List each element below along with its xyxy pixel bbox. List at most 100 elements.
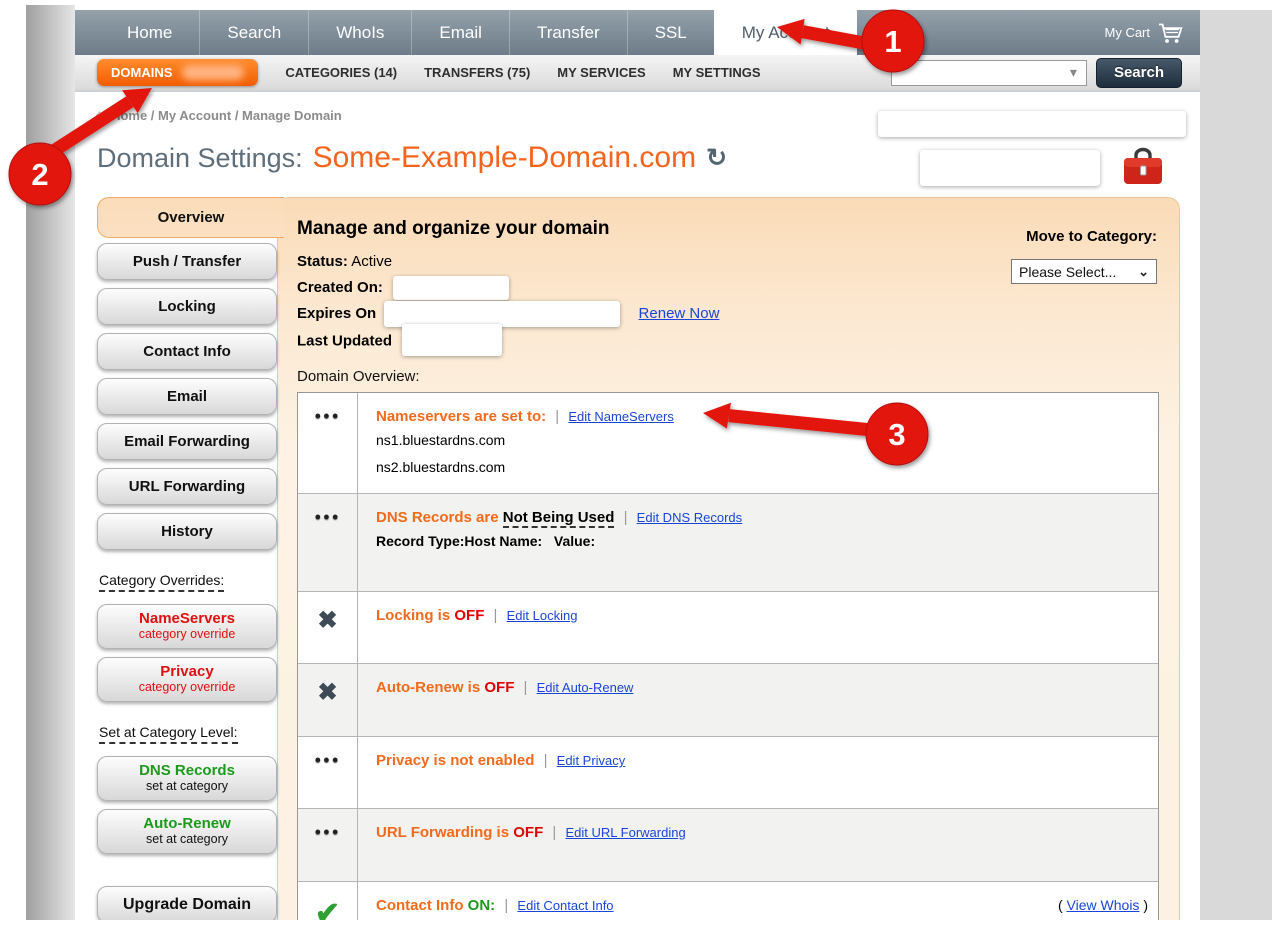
renew-now-link[interactable]: Renew Now — [639, 305, 720, 322]
category-subtitle: set at category — [146, 780, 228, 794]
sub-navigation-bar: DOMAINS CATEGORIES (14) TRANSFERS (75) M… — [75, 55, 1200, 92]
row-title: URL Forwarding is — [376, 824, 509, 841]
breadcrumb-path: Home / My Account / Manage Domain — [111, 108, 342, 123]
table-row-url-forwarding: ●●● URL Forwarding is OFF | Edit URL For… — [298, 808, 1158, 881]
expires-on-label: Expires On — [297, 305, 376, 322]
toolbox-icon[interactable] — [1121, 145, 1165, 194]
sidebar: Overview Push / Transfer Locking Contact… — [97, 197, 283, 920]
category-subtitle: set at category — [146, 833, 228, 847]
domain-settings-panel: Move to Category: Please Select... ⌄ Man… — [277, 197, 1180, 920]
separator: | — [494, 607, 498, 624]
redacted-domain-tools — [920, 150, 1100, 186]
row-title: Nameservers are set to: — [376, 408, 546, 425]
move-to-category-select[interactable]: Please Select... ⌄ — [1011, 259, 1157, 284]
override-title: NameServers — [139, 611, 235, 628]
status-label: Status: — [297, 253, 348, 270]
table-row-auto-renew: ✖ Auto-Renew is OFF | Edit Auto-Renew — [298, 663, 1158, 736]
row-title: Locking is — [376, 607, 450, 624]
separator: | — [555, 408, 559, 425]
title-domain-name: Some-Example-Domain.com — [313, 141, 696, 175]
edit-auto-renew-link[interactable]: Edit Auto-Renew — [537, 680, 634, 695]
dots-icon: ●●● — [315, 511, 341, 591]
category-title: Auto-Renew — [143, 816, 231, 833]
sidebar-tab-history[interactable]: History — [97, 513, 277, 550]
sidebar-button-auto-renew-category[interactable]: Auto-Renew set at category — [97, 809, 277, 854]
redacted-updated-date — [402, 324, 502, 356]
category-overrides-label: Category Overrides: — [99, 572, 224, 592]
paren-open: ( — [1058, 897, 1063, 913]
separator: | — [624, 509, 628, 526]
sidebar-tab-url-forwarding[interactable]: URL Forwarding — [97, 468, 277, 505]
refresh-icon[interactable]: ↻ — [706, 143, 727, 173]
sidebar-tab-email[interactable]: Email — [97, 378, 277, 415]
set-at-category-label: Set at Category Level: — [99, 724, 238, 744]
cart-icon — [1158, 22, 1184, 44]
sidebar-button-privacy-override[interactable]: Privacy category override — [97, 657, 277, 702]
row-status: OFF — [513, 824, 543, 841]
edit-privacy-link[interactable]: Edit Privacy — [557, 753, 626, 768]
separator: | — [544, 752, 548, 769]
chevron-down-icon: ▾ — [1070, 64, 1077, 81]
edit-locking-link[interactable]: Edit Locking — [507, 608, 578, 623]
row-title: DNS Records are — [376, 509, 499, 526]
nav-tab-home[interactable]: Home — [100, 10, 199, 55]
sidebar-tab-email-forwarding[interactable]: Email Forwarding — [97, 423, 277, 460]
sidebar-button-dns-records-category[interactable]: DNS Records set at category — [97, 756, 277, 801]
domain-search-area: ▾ Search — [891, 58, 1200, 88]
sidebar-tab-contact-info[interactable]: Contact Info — [97, 333, 277, 370]
top-navigation-bar: Home Search WhoIs Email Transfer SSL My … — [75, 10, 1200, 55]
status-value: Active — [351, 253, 392, 270]
dots-icon: ●●● — [315, 826, 341, 881]
subnav-tab-my-services[interactable]: MY SERVICES — [557, 65, 645, 80]
separator: | — [552, 824, 556, 841]
nav-tab-transfer[interactable]: Transfer — [509, 10, 627, 55]
sidebar-button-nameservers-override[interactable]: NameServers category override — [97, 604, 277, 649]
page-right-margin-strip — [1200, 10, 1272, 920]
redacted-domain-count — [182, 65, 244, 80]
table-row-dns-records: ●●● DNS Records are Not Being Used | Edi… — [298, 493, 1158, 591]
row-status: ON: — [468, 897, 496, 914]
nav-tab-email[interactable]: Email — [411, 10, 509, 55]
my-cart-label: My Cart — [1105, 25, 1151, 40]
edit-contact-info-link[interactable]: Edit Contact Info — [517, 898, 613, 913]
domains-label: DOMAINS — [111, 65, 172, 80]
domain-search-combobox[interactable]: ▾ — [891, 60, 1087, 86]
subnav-tab-transfers[interactable]: TRANSFERS (75) — [424, 65, 530, 80]
select-value: Please Select... — [1019, 264, 1116, 280]
nav-tab-whois[interactable]: WhoIs — [308, 10, 411, 55]
row-title: Privacy is not enabled — [376, 752, 534, 769]
edit-nameservers-link[interactable]: Edit NameServers — [568, 409, 673, 424]
nameserver-2: ns2.bluestardns.com — [376, 457, 1142, 479]
subnav-tab-categories[interactable]: CATEGORIES (14) — [285, 65, 397, 80]
edit-dns-records-link[interactable]: Edit DNS Records — [637, 510, 742, 525]
nav-tab-ssl[interactable]: SSL — [627, 10, 714, 55]
paren-close: ) — [1143, 897, 1148, 913]
dns-record-columns: Record Type:Host Name: Value: — [376, 533, 1142, 549]
override-subtitle: category override — [139, 681, 236, 695]
view-whois-link[interactable]: View Whois — [1067, 897, 1140, 913]
sidebar-button-upgrade-domain[interactable]: Upgrade Domain — [97, 886, 277, 920]
my-cart[interactable]: My Cart — [1105, 10, 1201, 55]
last-updated-label: Last Updated — [297, 333, 392, 350]
override-title: Privacy — [160, 664, 213, 681]
row-title: Contact Info — [376, 897, 464, 914]
dots-icon: ●●● — [315, 410, 341, 493]
separator: | — [524, 679, 528, 696]
subnav-tab-my-settings[interactable]: MY SETTINGS — [673, 65, 761, 80]
category-title: DNS Records — [139, 763, 235, 780]
nav-tab-search[interactable]: Search — [199, 10, 308, 55]
search-button[interactable]: Search — [1096, 58, 1182, 88]
dots-icon: ●●● — [315, 754, 341, 808]
edit-url-forwarding-link[interactable]: Edit URL Forwarding — [566, 825, 686, 840]
nav-tab-my-account[interactable]: My Account — [714, 10, 857, 55]
title-prefix: Domain Settings: — [97, 143, 303, 174]
sidebar-tab-locking[interactable]: Locking — [97, 288, 277, 325]
sidebar-tab-push-transfer[interactable]: Push / Transfer — [97, 243, 277, 280]
domain-overview-table: ●●● Nameservers are set to: | Edit NameS… — [297, 392, 1159, 920]
chevron-down-icon: ⌄ — [1138, 264, 1149, 280]
row-status: OFF — [454, 607, 484, 624]
sidebar-tab-overview[interactable]: Overview — [97, 197, 284, 238]
subnav-tab-domains[interactable]: DOMAINS — [97, 59, 258, 86]
redacted-created-date — [393, 276, 509, 300]
home-icon: ⌂ — [95, 107, 104, 124]
